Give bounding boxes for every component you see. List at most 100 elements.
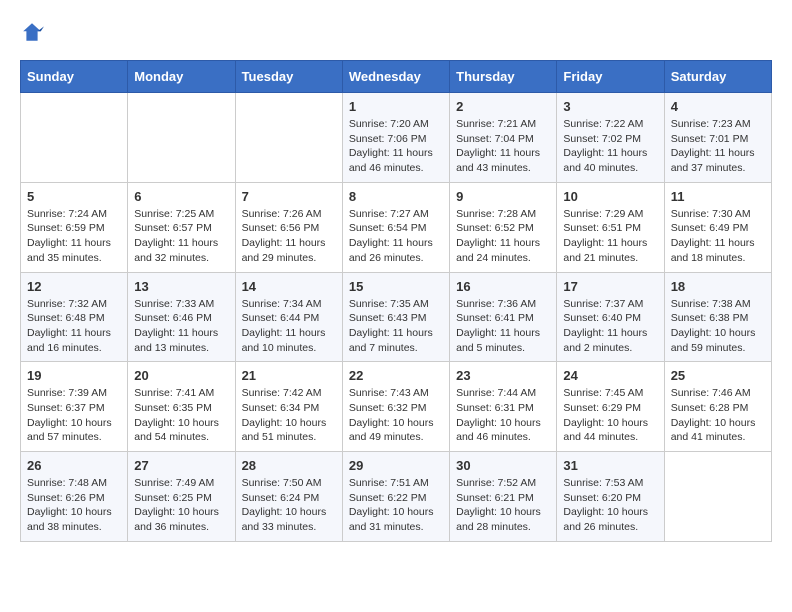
calendar-cell: 30Sunrise: 7:52 AM Sunset: 6:21 PM Dayli… xyxy=(450,452,557,542)
calendar-cell: 16Sunrise: 7:36 AM Sunset: 6:41 PM Dayli… xyxy=(450,272,557,362)
calendar-cell: 3 Sunrise: 7:22 AM Sunset: 7:02 PM Daylig… xyxy=(557,93,664,183)
day-number: 10 xyxy=(563,189,657,204)
day-number: 27 xyxy=(134,458,228,473)
weekday-header-saturday: Saturday xyxy=(664,61,771,93)
calendar-cell: 17 Sunrise: 7:37 AM Sunset: 6:40 PM Dayli… xyxy=(557,272,664,362)
day-number: 26 xyxy=(27,458,121,473)
calendar-week-row: 26 Sunrise: 7:48 AM Sunset: 6:26 PM Dayli… xyxy=(21,452,772,542)
calendar-cell: 2 Sunrise: 7:21 AM Sunset: 7:04 PM Daylig… xyxy=(450,93,557,183)
calendar-cell xyxy=(664,452,771,542)
day-info: Sunrise: 7:36 AM Sunset: 6:41 PM Dayligh… xyxy=(456,297,550,356)
calendar-cell: 11 Sunrise: 7:30 AM Sunset: 6:49 PM Dayli… xyxy=(664,182,771,272)
day-info: Sunrise: 7:33 AM Sunset: 6:46 PM Dayligh… xyxy=(134,297,228,356)
calendar-cell: 19 Sunrise: 7:39 AM Sunset: 6:37 PM Dayli… xyxy=(21,362,128,452)
day-info: Sunrise: 7:23 AM Sunset: 7:01 PM Dayligh… xyxy=(671,117,765,176)
day-info: Sunrise: 7:29 AM Sunset: 6:51 PM Dayligh… xyxy=(563,207,657,266)
weekday-header-tuesday: Tuesday xyxy=(235,61,342,93)
day-info: Sunrise: 7:46 AM Sunset: 6:28 PM Dayligh… xyxy=(671,386,765,445)
day-info: Sunrise: 7:43 AM Sunset: 6:32 PM Dayligh… xyxy=(349,386,443,445)
day-info: Sunrise: 7:52 AM Sunset: 6:21 PM Dayligh… xyxy=(456,476,550,535)
calendar-cell: 24 Sunrise: 7:45 AM Sunset: 6:29 PM Dayli… xyxy=(557,362,664,452)
calendar-cell: 20 Sunrise: 7:41 AM Sunset: 6:35 PM Dayli… xyxy=(128,362,235,452)
calendar-cell: 9 Sunrise: 7:28 AM Sunset: 6:52 PM Daylig… xyxy=(450,182,557,272)
day-number: 28 xyxy=(242,458,336,473)
day-info: Sunrise: 7:20 AM Sunset: 7:06 PM Dayligh… xyxy=(349,117,443,176)
day-number: 21 xyxy=(242,368,336,383)
calendar-cell: 25 Sunrise: 7:46 AM Sunset: 6:28 PM Dayli… xyxy=(664,362,771,452)
weekday-header-thursday: Thursday xyxy=(450,61,557,93)
day-number: 19 xyxy=(27,368,121,383)
logo-icon xyxy=(20,20,44,44)
day-info: Sunrise: 7:48 AM Sunset: 6:26 PM Dayligh… xyxy=(27,476,121,535)
page-header xyxy=(20,20,772,44)
calendar-cell: 26 Sunrise: 7:48 AM Sunset: 6:26 PM Dayli… xyxy=(21,452,128,542)
day-number: 12 xyxy=(27,279,121,294)
day-info: Sunrise: 7:34 AM Sunset: 6:44 PM Dayligh… xyxy=(242,297,336,356)
calendar-cell: 27 Sunrise: 7:49 AM Sunset: 6:25 PM Dayli… xyxy=(128,452,235,542)
day-number: 4 xyxy=(671,99,765,114)
calendar-cell: 1 Sunrise: 7:20 AM Sunset: 7:06 PM Daylig… xyxy=(342,93,449,183)
day-number: 24 xyxy=(563,368,657,383)
calendar-cell xyxy=(128,93,235,183)
weekday-header-sunday: Sunday xyxy=(21,61,128,93)
day-info: Sunrise: 7:25 AM Sunset: 6:57 PM Dayligh… xyxy=(134,207,228,266)
calendar-cell: 8Sunrise: 7:27 AM Sunset: 6:54 PM Daylig… xyxy=(342,182,449,272)
day-number: 11 xyxy=(671,189,765,204)
day-info: Sunrise: 7:39 AM Sunset: 6:37 PM Dayligh… xyxy=(27,386,121,445)
day-number: 3 xyxy=(563,99,657,114)
day-info: Sunrise: 7:42 AM Sunset: 6:34 PM Dayligh… xyxy=(242,386,336,445)
calendar-cell xyxy=(21,93,128,183)
calendar-week-row: 1 Sunrise: 7:20 AM Sunset: 7:06 PM Daylig… xyxy=(21,93,772,183)
calendar-cell: 10 Sunrise: 7:29 AM Sunset: 6:51 PM Dayli… xyxy=(557,182,664,272)
day-number: 25 xyxy=(671,368,765,383)
calendar-cell: 14 Sunrise: 7:34 AM Sunset: 6:44 PM Dayli… xyxy=(235,272,342,362)
day-info: Sunrise: 7:26 AM Sunset: 6:56 PM Dayligh… xyxy=(242,207,336,266)
day-info: Sunrise: 7:24 AM Sunset: 6:59 PM Dayligh… xyxy=(27,207,121,266)
calendar-header-row: SundayMondayTuesdayWednesdayThursdayFrid… xyxy=(21,61,772,93)
calendar-week-row: 5 Sunrise: 7:24 AM Sunset: 6:59 PM Daylig… xyxy=(21,182,772,272)
day-number: 8 xyxy=(349,189,443,204)
weekday-header-monday: Monday xyxy=(128,61,235,93)
day-info: Sunrise: 7:53 AM Sunset: 6:20 PM Dayligh… xyxy=(563,476,657,535)
calendar-week-row: 12 Sunrise: 7:32 AM Sunset: 6:48 PM Dayli… xyxy=(21,272,772,362)
day-number: 6 xyxy=(134,189,228,204)
day-number: 13 xyxy=(134,279,228,294)
calendar-cell: 13 Sunrise: 7:33 AM Sunset: 6:46 PM Dayli… xyxy=(128,272,235,362)
calendar-cell: 7 Sunrise: 7:26 AM Sunset: 6:56 PM Daylig… xyxy=(235,182,342,272)
day-number: 18 xyxy=(671,279,765,294)
day-info: Sunrise: 7:21 AM Sunset: 7:04 PM Dayligh… xyxy=(456,117,550,176)
day-info: Sunrise: 7:32 AM Sunset: 6:48 PM Dayligh… xyxy=(27,297,121,356)
day-number: 7 xyxy=(242,189,336,204)
calendar-cell: 31 Sunrise: 7:53 AM Sunset: 6:20 PM Dayli… xyxy=(557,452,664,542)
day-number: 29 xyxy=(349,458,443,473)
day-number: 1 xyxy=(349,99,443,114)
day-info: Sunrise: 7:22 AM Sunset: 7:02 PM Dayligh… xyxy=(563,117,657,176)
day-info: Sunrise: 7:30 AM Sunset: 6:49 PM Dayligh… xyxy=(671,207,765,266)
calendar-cell: 6 Sunrise: 7:25 AM Sunset: 6:57 PM Daylig… xyxy=(128,182,235,272)
calendar-cell: 21 Sunrise: 7:42 AM Sunset: 6:34 PM Dayli… xyxy=(235,362,342,452)
logo xyxy=(20,20,48,44)
calendar-cell: 4 Sunrise: 7:23 AM Sunset: 7:01 PM Daylig… xyxy=(664,93,771,183)
day-info: Sunrise: 7:41 AM Sunset: 6:35 PM Dayligh… xyxy=(134,386,228,445)
day-number: 23 xyxy=(456,368,550,383)
calendar-cell: 12 Sunrise: 7:32 AM Sunset: 6:48 PM Dayli… xyxy=(21,272,128,362)
day-number: 17 xyxy=(563,279,657,294)
calendar-cell: 18 Sunrise: 7:38 AM Sunset: 6:38 PM Dayli… xyxy=(664,272,771,362)
calendar-cell: 15Sunrise: 7:35 AM Sunset: 6:43 PM Dayli… xyxy=(342,272,449,362)
calendar: SundayMondayTuesdayWednesdayThursdayFrid… xyxy=(20,60,772,542)
day-info: Sunrise: 7:49 AM Sunset: 6:25 PM Dayligh… xyxy=(134,476,228,535)
day-number: 20 xyxy=(134,368,228,383)
day-info: Sunrise: 7:28 AM Sunset: 6:52 PM Dayligh… xyxy=(456,207,550,266)
weekday-header-friday: Friday xyxy=(557,61,664,93)
calendar-cell xyxy=(235,93,342,183)
day-info: Sunrise: 7:38 AM Sunset: 6:38 PM Dayligh… xyxy=(671,297,765,356)
day-info: Sunrise: 7:45 AM Sunset: 6:29 PM Dayligh… xyxy=(563,386,657,445)
day-number: 31 xyxy=(563,458,657,473)
day-number: 9 xyxy=(456,189,550,204)
calendar-cell: 5 Sunrise: 7:24 AM Sunset: 6:59 PM Daylig… xyxy=(21,182,128,272)
day-number: 5 xyxy=(27,189,121,204)
day-number: 14 xyxy=(242,279,336,294)
day-number: 2 xyxy=(456,99,550,114)
calendar-cell: 23Sunrise: 7:44 AM Sunset: 6:31 PM Dayli… xyxy=(450,362,557,452)
day-info: Sunrise: 7:37 AM Sunset: 6:40 PM Dayligh… xyxy=(563,297,657,356)
